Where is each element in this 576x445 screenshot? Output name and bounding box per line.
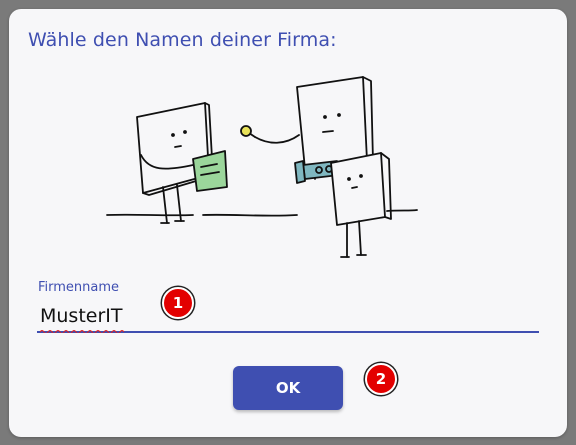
characters-interview-illustration-icon <box>106 76 418 258</box>
spellcheck-underline-icon <box>40 330 125 333</box>
dialog-title: Wähle den Namen deiner Firma: <box>28 29 337 51</box>
annotation-marker-1: 1 <box>162 287 194 319</box>
annotation-marker-2: 2 <box>365 363 397 395</box>
company-name-dialog: Wähle den Namen deiner Firma: Firmenname… <box>9 9 567 437</box>
ok-button[interactable]: OK <box>233 366 343 410</box>
company-name-label: Firmenname <box>38 280 120 295</box>
